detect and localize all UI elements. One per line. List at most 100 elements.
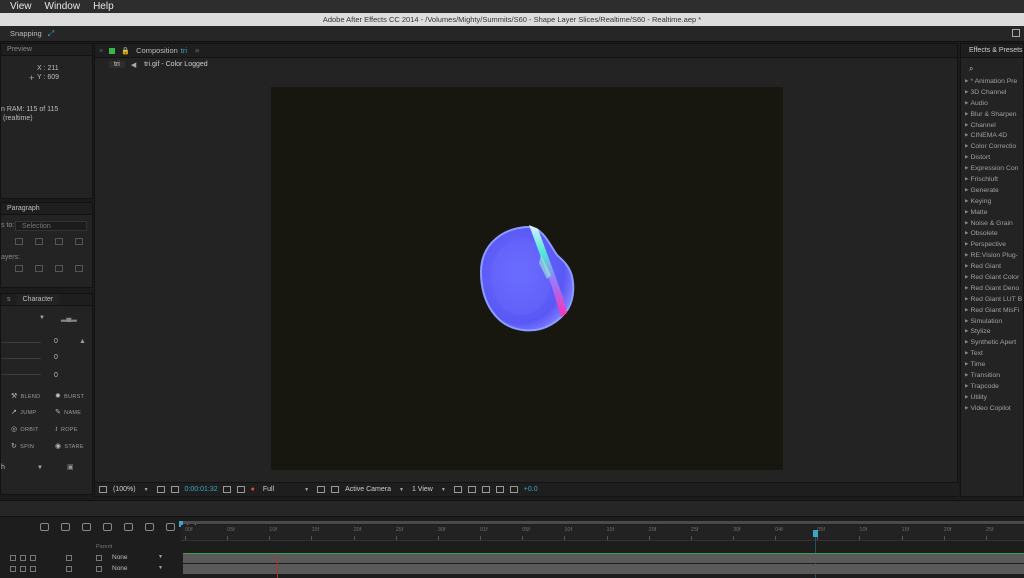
chevron-down-icon[interactable]: ▼ (399, 487, 404, 493)
comp-flowchart-chip[interactable]: tri (109, 61, 125, 68)
fast-previews-icon[interactable] (467, 486, 476, 493)
effects-category[interactable]: CINEMA 4D (965, 130, 1022, 141)
tab-composition[interactable]: Composition (136, 46, 178, 55)
lock-icon[interactable]: ▲ (79, 338, 86, 345)
show-snapshot-icon[interactable] (236, 486, 245, 493)
brainstorm-icon[interactable] (166, 523, 175, 531)
frame-blending-icon[interactable] (103, 523, 112, 531)
effects-category[interactable]: Matte (965, 207, 1022, 218)
lock-icon[interactable]: 🔒 (121, 47, 130, 55)
preset-jump-button[interactable]: ↗ JUMP (11, 408, 36, 416)
distribute-horizontal-icon[interactable] (75, 265, 83, 272)
shy-icon[interactable] (30, 555, 36, 561)
comp-mini-flowchart-icon[interactable] (40, 523, 49, 531)
effects-category[interactable]: RE:Vision Plug- (965, 250, 1022, 261)
value-field-1[interactable]: 0 (54, 338, 58, 345)
layer-duration-bar[interactable] (183, 564, 1024, 574)
toggle-pixel-aspect-icon[interactable] (453, 486, 462, 493)
effects-category[interactable]: Text (965, 348, 1022, 359)
quality-icon[interactable] (66, 555, 72, 561)
chevron-down-icon[interactable]: ▼ (158, 554, 163, 560)
audio-icon[interactable] (20, 566, 26, 572)
close-icon[interactable]: × (99, 46, 103, 55)
preset-orbit-button[interactable]: ◎ ORBIT (11, 425, 39, 433)
effects-category[interactable]: Frischluft (965, 174, 1022, 185)
effects-category[interactable]: * Animation Pre (965, 76, 1022, 87)
visibility-icon[interactable] (10, 566, 16, 572)
layer-duration-bar[interactable] (183, 553, 1024, 563)
align-right-icon[interactable] (55, 238, 63, 245)
parent-pickwhip-icon[interactable] (96, 566, 102, 572)
chevron-down-icon[interactable]: ▼ (158, 565, 163, 571)
draft-3d-icon[interactable] (61, 523, 70, 531)
parent-select[interactable]: None (112, 554, 128, 561)
menu-help[interactable]: Help (93, 1, 114, 12)
effects-category[interactable]: Perspective (965, 239, 1022, 250)
value-field-3[interactable]: 0 (54, 372, 58, 379)
preset-rope-button[interactable]: ≀ ROPE (55, 425, 78, 433)
effects-category[interactable]: Keying (965, 196, 1022, 207)
align-top-icon[interactable] (75, 238, 83, 245)
current-time-indicator[interactable] (813, 530, 818, 537)
chevron-down-icon[interactable]: ▼ (441, 487, 446, 493)
effects-category[interactable]: Red Giant (965, 261, 1022, 272)
effects-category[interactable]: Expression Con (965, 163, 1022, 174)
view-layout-select[interactable]: 1 View (412, 486, 433, 493)
menu-view[interactable]: View (10, 1, 32, 12)
distribute-center-icon[interactable] (35, 265, 43, 272)
distribute-bottom-icon[interactable] (55, 265, 63, 272)
distribute-top-icon[interactable] (15, 265, 23, 272)
channel-icon[interactable]: ● (251, 486, 255, 493)
time-ruler[interactable]: 00f 05f 10f 15f 20f 25f 30f 01f 05f 10f 15f 20f 25f 3… (181, 525, 1024, 541)
reset-exposure-icon[interactable] (509, 486, 518, 493)
tab-paragraph[interactable]: Paragraph (1, 203, 92, 215)
preset-name-button[interactable]: ✎ NAME (55, 408, 81, 416)
visibility-icon[interactable] (10, 555, 16, 561)
effects-category[interactable]: Utility (965, 392, 1022, 403)
layer-row[interactable]: None ▼ (0, 564, 181, 575)
effects-category[interactable]: Color Correctio (965, 141, 1022, 152)
effects-category[interactable]: Red Giant Color (965, 272, 1022, 283)
parent-select[interactable]: None (112, 565, 128, 572)
always-preview-icon[interactable] (99, 486, 107, 493)
layer-row[interactable]: None ▼ (0, 553, 181, 564)
effects-category[interactable]: Blur & Sharpen (965, 109, 1022, 120)
tab-effects-presets[interactable]: Effects & Presets (961, 44, 1023, 58)
align-left-icon[interactable] (15, 238, 23, 245)
composition-viewer[interactable] (271, 87, 783, 470)
magnification-select[interactable]: (100%) (113, 486, 136, 493)
tab-other[interactable]: s (1, 294, 17, 305)
quality-icon[interactable] (66, 566, 72, 572)
effects-category[interactable]: Time (965, 359, 1022, 370)
effects-category[interactable]: Noise & Grain (965, 218, 1022, 229)
preset-blend-button[interactable]: ⚒ BLEND (11, 392, 40, 400)
preset-burst-button[interactable]: ✹ BURST (55, 392, 84, 400)
chevron-down-icon[interactable]: ▼ (304, 487, 309, 493)
tab-character[interactable]: Character (16, 294, 60, 305)
shy-layers-icon[interactable] (82, 523, 91, 531)
snapping-checkbox-label[interactable]: Snapping (10, 29, 42, 38)
exposure-value[interactable]: +0.0 (524, 486, 538, 493)
effects-category[interactable]: Stylize (965, 326, 1022, 337)
effects-category[interactable]: Distort (965, 152, 1022, 163)
audio-icon[interactable] (20, 555, 26, 561)
snapping-icon[interactable]: ⤢ (48, 29, 54, 39)
timeline-icon[interactable] (481, 486, 490, 493)
effects-category[interactable]: Channel (965, 120, 1022, 131)
effects-category[interactable]: Simulation (965, 316, 1022, 327)
grid-icon[interactable] (170, 486, 179, 493)
work-area-bar[interactable] (181, 521, 1024, 524)
chevron-down-icon[interactable]: ▼ (144, 487, 149, 493)
effects-category[interactable]: Generate (965, 185, 1022, 196)
effects-category[interactable]: Trapcode (965, 381, 1022, 392)
parent-pickwhip-icon[interactable] (96, 555, 102, 561)
preset-spin-button[interactable]: ↻ SPIN (11, 442, 34, 450)
effects-category[interactable]: Red Giant Deno (965, 283, 1022, 294)
search-icon[interactable]: ⌕ (969, 64, 973, 74)
graph-editor-icon[interactable] (145, 523, 154, 531)
effects-category[interactable]: 3D Channel (965, 87, 1022, 98)
workspace-icon[interactable] (1012, 29, 1020, 37)
effects-category[interactable]: Audio (965, 98, 1022, 109)
resolution-select[interactable]: Full (263, 486, 274, 493)
align-center-icon[interactable] (35, 238, 43, 245)
